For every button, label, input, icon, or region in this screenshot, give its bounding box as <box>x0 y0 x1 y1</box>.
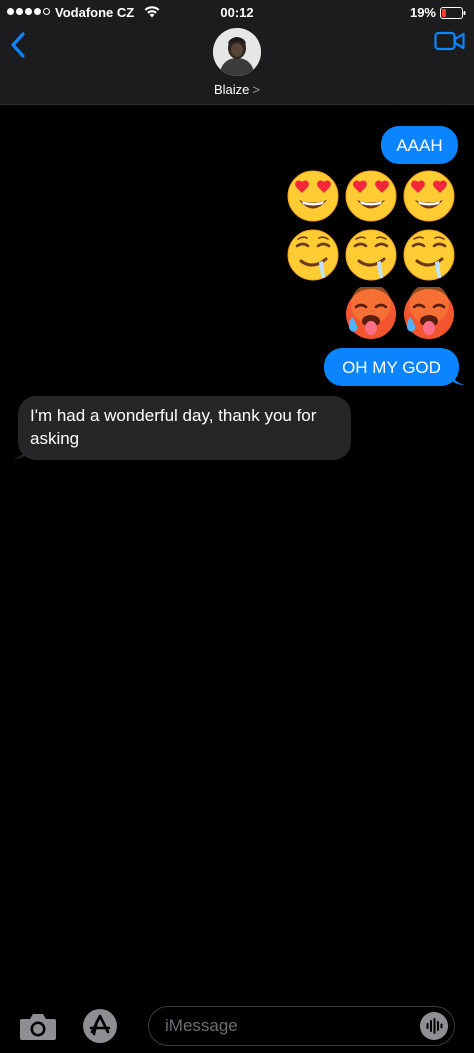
drooling-face-emoji[interactable] <box>402 228 456 282</box>
message-input[interactable]: iMessage <box>148 1006 455 1046</box>
app-store-icon[interactable] <box>80 1008 120 1044</box>
messages-screen: Vodafone CZ 00:12 19% Blaize > AAAH OH M… <box>0 0 474 1053</box>
message-text: AAAH <box>396 136 443 155</box>
contact-avatar[interactable] <box>213 28 261 76</box>
message-text: OH MY GOD <box>342 358 441 377</box>
avatar-photo <box>213 28 261 76</box>
status-bar: Vodafone CZ 00:12 19% <box>0 0 474 26</box>
sent-message-bubble[interactable]: AAAH <box>381 126 458 164</box>
hot-face-emoji[interactable] <box>402 287 456 341</box>
chevron-right-icon: > <box>252 82 260 97</box>
drooling-face-emoji[interactable] <box>286 228 340 282</box>
bubble-tail <box>451 372 465 385</box>
audio-waveform-icon[interactable] <box>420 1012 448 1040</box>
heart-eyes-emoji[interactable] <box>344 169 398 223</box>
sent-message-bubble[interactable]: OH MY GOD <box>324 348 459 386</box>
video-camera-icon[interactable] <box>434 30 466 52</box>
status-time: 00:12 <box>220 5 254 20</box>
navigation-header: Vodafone CZ 00:12 19% Blaize > <box>0 0 474 105</box>
message-text: I'm had a wonderful day, thank you for a… <box>30 406 317 448</box>
battery-icon <box>440 7 466 19</box>
heart-eyes-emoji[interactable] <box>286 169 340 223</box>
contact-name: Blaize <box>213 82 250 97</box>
contact-name-button[interactable]: Blaize > <box>0 82 474 97</box>
received-message-bubble[interactable]: I'm had a wonderful day, thank you for a… <box>18 396 351 460</box>
heart-eyes-emoji[interactable] <box>402 169 456 223</box>
drooling-face-emoji[interactable] <box>344 228 398 282</box>
camera-icon[interactable] <box>18 1010 58 1042</box>
back-chevron-icon[interactable] <box>8 31 30 59</box>
battery-percentage: 19% <box>409 5 436 20</box>
message-input-placeholder: iMessage <box>165 1016 238 1035</box>
hot-face-emoji[interactable] <box>344 287 398 341</box>
bubble-tail <box>13 446 27 459</box>
